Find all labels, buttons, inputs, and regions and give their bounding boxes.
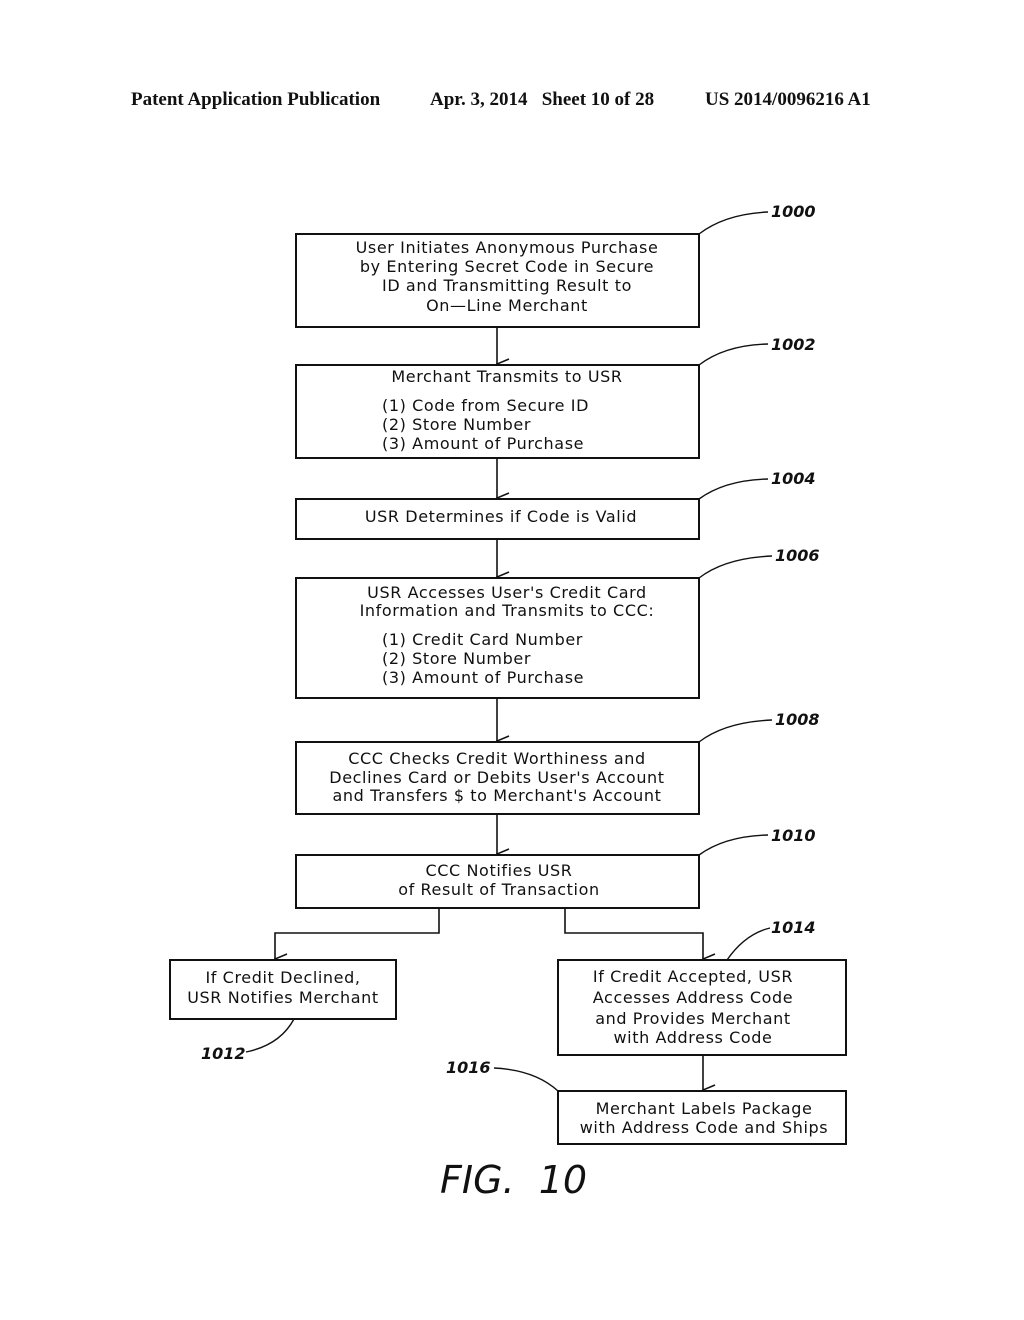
step-1010-line-1: CCC Notifies USR xyxy=(425,861,572,880)
step-1004: USR Determines if Code is Valid 1004 xyxy=(295,469,816,540)
step-1012-line-2: USR Notifies Merchant xyxy=(187,988,379,1007)
step-1000-line-2: by Entering Secret Code in Secure xyxy=(360,257,654,276)
ref-1008-label: 1008 xyxy=(775,710,820,729)
step-1002: Merchant Transmits to USR (1) Code from … xyxy=(295,335,816,459)
step-1002-title: Merchant Transmits to USR xyxy=(391,367,622,386)
step-1006-item-2: (2) Store Number xyxy=(382,649,531,668)
step-1014-line-2: Accesses Address Code xyxy=(593,988,793,1007)
step-1014: If Credit Accepted, USR Accesses Address… xyxy=(557,918,847,1056)
ref-1010-label: 1010 xyxy=(771,826,816,845)
step-1002-item-3: (3) Amount of Purchase xyxy=(382,434,584,453)
step-1008-line-3: and Transfers $ to Merchant's Account xyxy=(332,786,661,805)
step-1006: USR Accesses User's Credit Card Informat… xyxy=(295,546,820,699)
arrow-1010-to-1014 xyxy=(564,908,703,959)
step-1008-line-2: Declines Card or Debits User's Account xyxy=(329,768,664,787)
step-1016-line-1: Merchant Labels Package xyxy=(596,1099,813,1118)
step-1008-line-1: CCC Checks Credit Worthiness and xyxy=(348,749,646,768)
step-1006-title-line-1: USR Accesses User's Credit Card xyxy=(367,583,647,602)
ref-1012-label: 1012 xyxy=(201,1044,246,1063)
step-1000-line-3: ID and Transmitting Result to xyxy=(382,276,632,295)
step-1010-line-2: of Result of Transaction xyxy=(398,880,599,899)
step-1000-line-1: User Initiates Anonymous Purchase xyxy=(356,238,659,257)
figure-label: FIG. 10 xyxy=(440,1158,587,1202)
ref-1002-leader xyxy=(698,343,769,366)
step-1014-line-1: If Credit Accepted, USR xyxy=(593,967,793,986)
ref-1014-leader xyxy=(726,927,771,961)
step-1016: Merchant Labels Package with Address Cod… xyxy=(446,1058,847,1145)
ref-1000-leader xyxy=(698,211,769,235)
ref-1000-label: 1000 xyxy=(771,202,816,221)
step-1012-line-1: If Credit Declined, xyxy=(205,968,360,987)
ref-1016-leader xyxy=(493,1067,559,1092)
ref-1008-leader xyxy=(698,719,773,743)
step-1016-line-2: with Address Code and Ships xyxy=(580,1118,829,1137)
step-1006-item-1: (1) Credit Card Number xyxy=(382,630,583,649)
step-1002-item-1: (1) Code from Secure ID xyxy=(382,396,589,415)
ref-1004-label: 1004 xyxy=(771,469,816,488)
step-1000-line-4: On—Line Merchant xyxy=(426,296,588,315)
ref-1010-leader xyxy=(698,834,769,856)
ref-1006-leader xyxy=(698,555,773,579)
ref-1006-label: 1006 xyxy=(775,546,820,565)
step-1004-line-1: USR Determines if Code is Valid xyxy=(365,507,637,526)
step-1006-title-line-2: Information and Transmits to CCC: xyxy=(360,601,655,620)
ref-1016-label: 1016 xyxy=(446,1058,491,1077)
ref-1002-label: 1002 xyxy=(771,335,816,354)
flowchart: User Initiates Anonymous Purchase by Ent… xyxy=(169,202,847,1202)
step-1006-item-3: (3) Amount of Purchase xyxy=(382,668,584,687)
step-1008: CCC Checks Credit Worthiness and Decline… xyxy=(295,710,820,815)
ref-1014-label: 1014 xyxy=(771,918,816,937)
step-1002-item-2: (2) Store Number xyxy=(382,415,531,434)
step-1014-line-4: with Address Code xyxy=(614,1028,773,1047)
step-1010: CCC Notifies USR of Result of Transactio… xyxy=(295,826,816,909)
ref-1004-leader xyxy=(698,478,769,500)
step-1012: If Credit Declined, USR Notifies Merchan… xyxy=(169,959,397,1063)
step-1014-line-3: and Provides Merchant xyxy=(595,1009,791,1028)
step-1000: User Initiates Anonymous Purchase by Ent… xyxy=(295,202,816,328)
ref-1012-leader xyxy=(245,1018,295,1053)
arrow-1010-to-1012 xyxy=(275,908,440,959)
